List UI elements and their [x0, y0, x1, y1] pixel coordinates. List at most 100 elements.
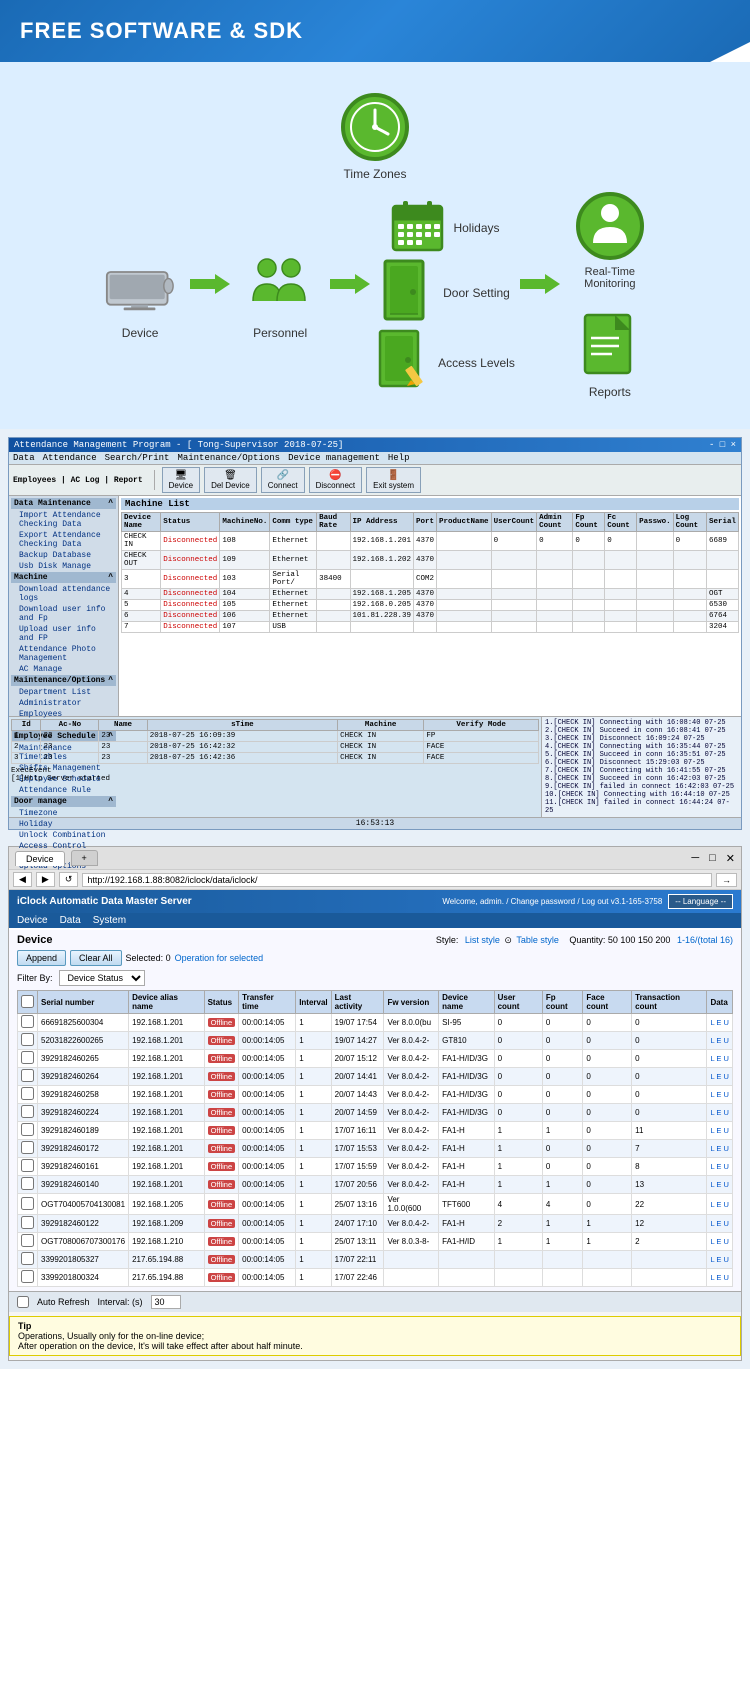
table-row[interactable]: 3929182460172192.168.1.201Offline00:00:1…	[18, 1140, 733, 1158]
row-checkbox[interactable]	[21, 1069, 34, 1082]
sidebar-maintenance-opts[interactable]: Maintenance/Options^	[11, 675, 116, 686]
leu-badge[interactable]: L E U	[710, 1237, 728, 1246]
event-row[interactable]: 32323 2018-07-25 16:42:36CHECK INFACE	[12, 753, 539, 764]
leu-badge[interactable]: L E U	[710, 1255, 728, 1264]
sidebar-machine[interactable]: Machine^	[11, 572, 116, 583]
sidebar-upload-fp[interactable]: Upload user info and FP	[11, 624, 116, 644]
menu-search[interactable]: Search/Print	[105, 453, 170, 463]
sidebar-backup[interactable]: Backup Database	[11, 550, 116, 561]
sidebar-photo[interactable]: Attendance Photo Management	[11, 644, 116, 664]
row-checkbox[interactable]	[21, 1141, 34, 1154]
table-style-btn[interactable]: Table style	[516, 935, 559, 945]
menu-device[interactable]: Device management	[288, 453, 380, 463]
clear-all-btn[interactable]: Clear All	[70, 950, 122, 966]
filter-select[interactable]: Device Status	[59, 970, 145, 986]
row-checkbox[interactable]	[21, 1105, 34, 1118]
table-row[interactable]: 3929182460224192.168.1.201Offline00:00:1…	[18, 1104, 733, 1122]
table-row[interactable]: 3929182460161192.168.1.201Offline00:00:1…	[18, 1158, 733, 1176]
table-row[interactable]: 3929182460140192.168.1.201Offline00:00:1…	[18, 1176, 733, 1194]
leu-badge[interactable]: L E U	[710, 1090, 728, 1099]
leu-badge[interactable]: L E U	[710, 1126, 728, 1135]
table-row[interactable]: OGT708006707300176192.168.1.210Offline00…	[18, 1233, 733, 1251]
table-row[interactable]: 3399201805327217.65.194.88Offline00:00:1…	[18, 1251, 733, 1269]
del-device-btn[interactable]: 🗑Del Device	[204, 467, 257, 493]
sidebar-admin[interactable]: Administrator	[11, 698, 116, 709]
device-btn[interactable]: 🖥Device	[162, 467, 200, 493]
row-checkbox[interactable]	[21, 1015, 34, 1028]
win-menubar[interactable]: Data Attendance Search/Print Maintenance…	[9, 452, 741, 465]
interval-input[interactable]	[151, 1295, 181, 1309]
table-row[interactable]: 4 Disconnected 104 Ethernet 192.168.1.20…	[122, 589, 739, 600]
browser-tab-active[interactable]: Device	[15, 851, 65, 866]
back-btn[interactable]: ◀	[13, 872, 32, 887]
browser-tab-plus[interactable]: +	[71, 850, 98, 866]
address-bar[interactable]: http://192.168.1.88:8082/iclock/data/icl…	[82, 873, 712, 887]
append-btn[interactable]: Append	[17, 950, 66, 966]
iclock-nav[interactable]: Device Data System	[9, 913, 741, 930]
list-style-btn[interactable]: List style	[465, 935, 500, 945]
leu-badge[interactable]: L E U	[710, 1018, 728, 1027]
go-btn[interactable]: →	[716, 873, 737, 887]
refresh-btn[interactable]: ↺	[59, 872, 79, 887]
nav-system[interactable]: System	[93, 915, 126, 926]
table-row[interactable]: 3929182460265192.168.1.201Offline00:00:1…	[18, 1050, 733, 1068]
table-row[interactable]: OGT704005704130081192.168.1.205Offline00…	[18, 1194, 733, 1215]
row-checkbox[interactable]	[21, 1234, 34, 1247]
table-row[interactable]: 3 Disconnected 103 Serial Port/ 38400 CO…	[122, 570, 739, 589]
row-checkbox[interactable]	[21, 1216, 34, 1229]
select-all-checkbox[interactable]	[21, 995, 34, 1008]
sidebar-download-fp[interactable]: Download user info and Fp	[11, 604, 116, 624]
sidebar-usb[interactable]: Usb Disk Manage	[11, 561, 116, 572]
table-row[interactable]: 7 Disconnected 107 USB	[122, 622, 739, 633]
leu-badge[interactable]: L E U	[710, 1200, 728, 1209]
leu-badge[interactable]: L E U	[710, 1054, 728, 1063]
table-row[interactable]: 5 Disconnected 105 Ethernet 192.168.0.20…	[122, 600, 739, 611]
table-row[interactable]: 3929182460264192.168.1.201Offline00:00:1…	[18, 1068, 733, 1086]
row-checkbox[interactable]	[21, 1197, 34, 1210]
win-controls[interactable]: - □ ×	[709, 440, 736, 450]
row-checkbox[interactable]	[21, 1033, 34, 1046]
leu-badge[interactable]: L E U	[710, 1162, 728, 1171]
row-checkbox[interactable]	[21, 1051, 34, 1064]
leu-badge[interactable]: L E U	[710, 1108, 728, 1117]
leu-badge[interactable]: L E U	[710, 1144, 728, 1153]
leu-badge[interactable]: L E U	[710, 1072, 728, 1081]
table-row[interactable]: 66691825600304192.168.1.201Offline00:00:…	[18, 1014, 733, 1032]
browser-close[interactable]: ✕	[726, 852, 735, 865]
forward-btn[interactable]: ▶	[36, 872, 55, 887]
leu-badge[interactable]: L E U	[710, 1180, 728, 1189]
nav-device[interactable]: Device	[17, 915, 48, 926]
nav-data[interactable]: Data	[60, 915, 81, 926]
browser-minimize[interactable]: ─	[691, 852, 699, 864]
table-row[interactable]: CHECK OUT Disconnected 109 Ethernet 192.…	[122, 551, 739, 570]
sidebar-ac[interactable]: AC Manage	[11, 664, 116, 675]
row-checkbox[interactable]	[21, 1087, 34, 1100]
operation-label[interactable]: Operation for selected	[175, 953, 264, 963]
sidebar-download-logs[interactable]: Download attendance logs	[11, 584, 116, 604]
table-row[interactable]: 6 Disconnected 106 Ethernet 101.81.228.3…	[122, 611, 739, 622]
sidebar-unlock[interactable]: Unlock Combination	[11, 830, 116, 841]
language-btn[interactable]: -- Language --	[668, 894, 733, 909]
event-row[interactable]: 12323 2018-07-25 16:09:39CHECK INFP	[12, 731, 539, 742]
row-checkbox[interactable]	[21, 1123, 34, 1136]
sidebar-holiday[interactable]: Holiday	[11, 819, 116, 830]
row-checkbox[interactable]	[21, 1252, 34, 1265]
table-row[interactable]: 52031822600265192.168.1.201Offline00:00:…	[18, 1032, 733, 1050]
menu-help[interactable]: Help	[388, 453, 410, 463]
row-checkbox[interactable]	[21, 1177, 34, 1190]
row-checkbox[interactable]	[21, 1270, 34, 1283]
leu-badge[interactable]: L E U	[710, 1219, 728, 1228]
sidebar-export[interactable]: Export Attendance Checking Data	[11, 530, 116, 550]
auto-refresh-checkbox[interactable]	[17, 1296, 29, 1308]
sidebar-import[interactable]: Import Attendance Checking Data	[11, 510, 116, 530]
browser-maximize[interactable]: □	[709, 852, 716, 864]
menu-attendance[interactable]: Attendance	[43, 453, 97, 463]
exit-btn[interactable]: 🚪Exit system	[366, 467, 421, 493]
table-row[interactable]: 3929182460258192.168.1.201Offline00:00:1…	[18, 1086, 733, 1104]
sidebar-dept[interactable]: Department List	[11, 687, 116, 698]
leu-badge[interactable]: L E U	[710, 1273, 728, 1282]
menu-data[interactable]: Data	[13, 453, 35, 463]
event-row[interactable]: 22323 2018-07-25 16:42:32CHECK INFACE	[12, 742, 539, 753]
table-row[interactable]: 3929182460189192.168.1.201Offline00:00:1…	[18, 1122, 733, 1140]
sidebar-data-maintenance[interactable]: Data Maintenance^	[11, 498, 116, 509]
